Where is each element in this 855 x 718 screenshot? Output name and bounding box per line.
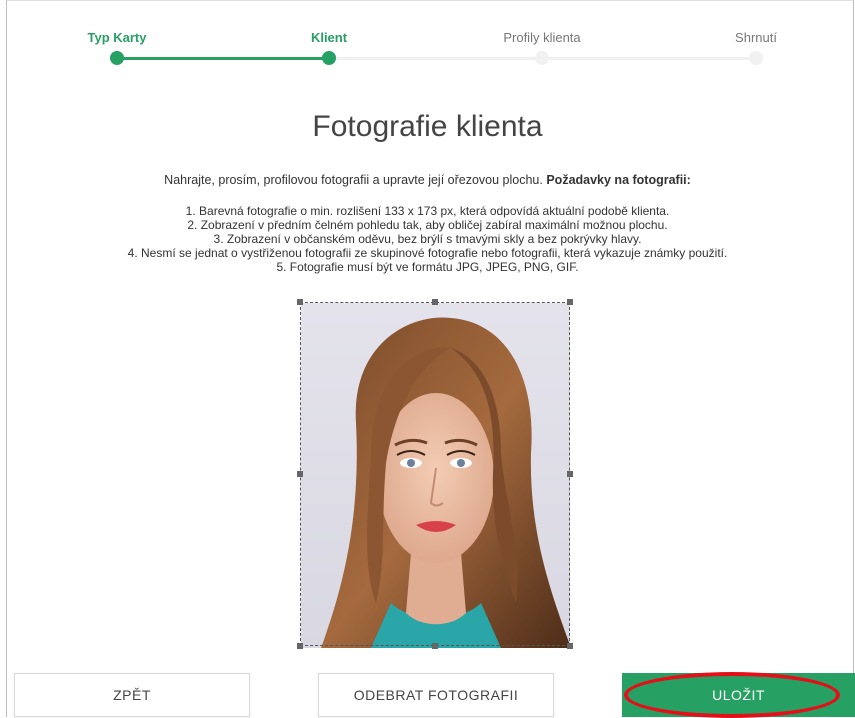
page-title: Fotografie klienta — [312, 110, 543, 143]
stepper-track-complete — [117, 57, 329, 60]
requirement-item: 5. Fotografie musí být ve formátu JPG, J… — [276, 260, 579, 274]
portrait-image — [301, 303, 570, 648]
crop-handle-left[interactable] — [297, 471, 303, 477]
progress-stepper: Typ Karty Klient Profily klienta Shrnutí — [0, 0, 855, 70]
requirement-item: 1. Barevná fotografie o min. rozlišení 1… — [185, 204, 670, 218]
requirement-item: 2. Zobrazení v předním čelném pohledu ta… — [187, 218, 668, 232]
crop-handle-top-left[interactable] — [297, 299, 303, 305]
step-dot-shrnuti — [749, 51, 763, 65]
step-dot-klient[interactable] — [322, 51, 336, 65]
step-label-profily-klienta: Profily klienta — [503, 30, 581, 45]
instructions-intro: Nahrajte, prosím, profilovou fotografii … — [164, 173, 543, 187]
step-label-klient[interactable]: Klient — [311, 30, 347, 45]
back-button[interactable]: ZPĚT — [14, 673, 250, 717]
crop-handle-bottom[interactable] — [432, 643, 438, 649]
instructions-text: Nahrajte, prosím, profilovou fotografii … — [0, 173, 855, 187]
remove-photo-button[interactable]: ODEBRAT FOTOGRAFII — [318, 673, 554, 717]
step-label-shrnuti: Shrnutí — [735, 30, 777, 45]
crop-handle-bottom-right[interactable] — [567, 643, 573, 649]
client-photo — [301, 303, 570, 648]
step-dot-typ-karty[interactable] — [110, 51, 124, 65]
step-dot-profily-klienta — [535, 51, 549, 65]
requirement-item: 4. Nesmí se jednat o vystřiženou fotogra… — [127, 246, 728, 260]
crop-handle-top-right[interactable] — [567, 299, 573, 305]
requirements-heading: Požadavky na fotografii: — [546, 173, 691, 187]
requirement-item: 3. Zobrazení v občanském oděvu, bez brýl… — [213, 232, 642, 246]
crop-handle-right[interactable] — [567, 471, 573, 477]
step-label-typ-karty[interactable]: Typ Karty — [88, 30, 147, 45]
crop-handle-bottom-left[interactable] — [297, 643, 303, 649]
requirements-list: 1. Barevná fotografie o min. rozlišení 1… — [0, 204, 855, 274]
crop-handle-top[interactable] — [432, 299, 438, 305]
save-button[interactable]: ULOŽIT — [622, 673, 855, 717]
